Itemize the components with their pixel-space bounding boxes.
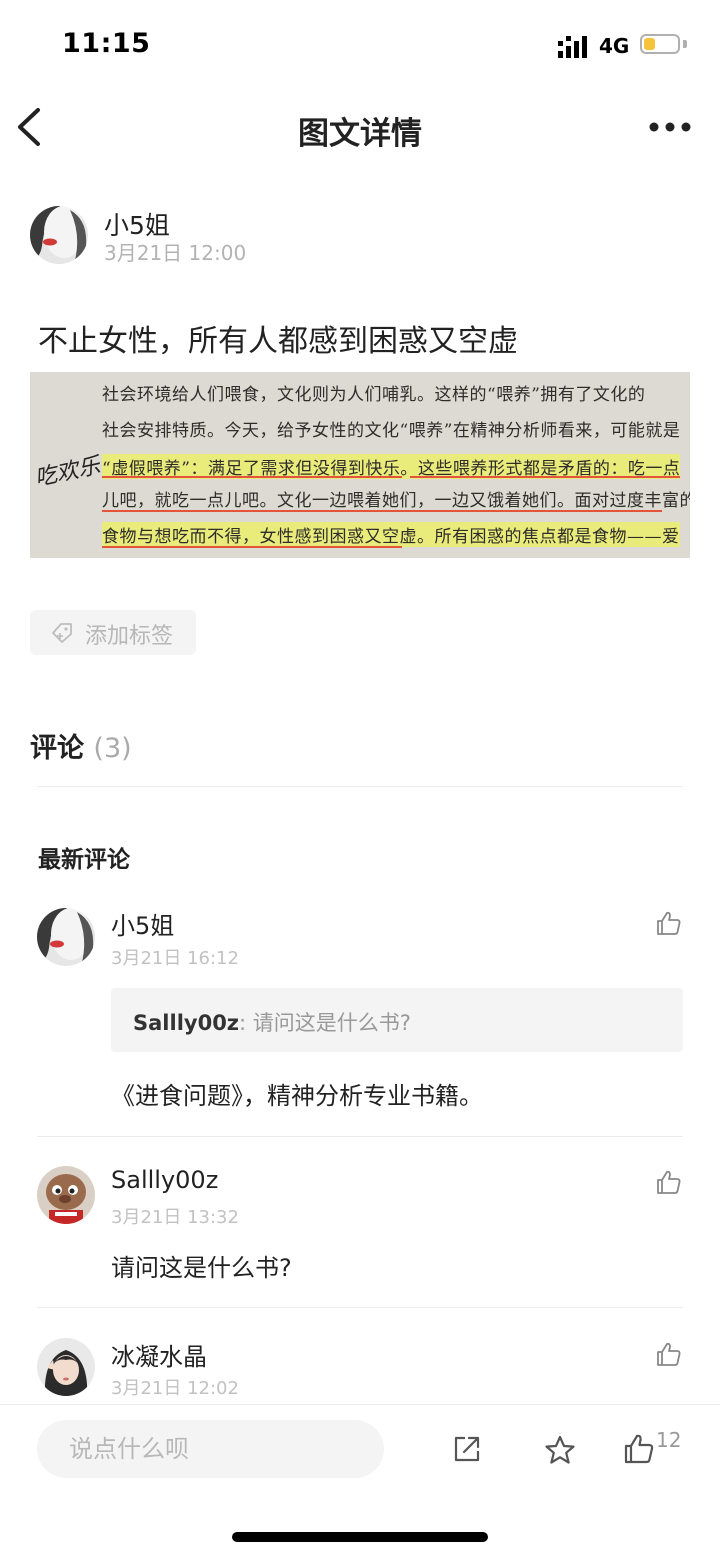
post-title: 不止女性，所有人都感到困惑又空虚: [38, 324, 518, 359]
commenter-name[interactable]: 小5姐: [111, 906, 174, 941]
network-type: 4G: [599, 34, 630, 58]
thumbs-up-icon[interactable]: [656, 1169, 682, 1195]
commenter-avatar[interactable]: [37, 1338, 95, 1396]
comments-title: 评论: [30, 733, 84, 764]
signal-icon: [558, 36, 587, 58]
comment-time: 3月21日 16:12: [111, 948, 239, 969]
divider: [37, 786, 683, 787]
pen-underline: [410, 476, 680, 478]
more-dots-icon[interactable]: [646, 114, 694, 140]
status-time: 11:15: [62, 28, 151, 59]
image-text-line: 儿吧，就吃一点儿吧。文化一边喂着她们，一边又饿着她们。面对过度丰富的: [102, 491, 690, 511]
tag-add-icon: [52, 623, 72, 643]
share-icon[interactable]: [452, 1434, 482, 1464]
quoted-user: Sallly00z: 请问这是什么书?: [133, 1011, 411, 1035]
battery-cap: [683, 40, 687, 48]
quoted-comment: Sallly00z: 请问这是什么书?: [111, 988, 683, 1052]
comment-input[interactable]: [37, 1420, 384, 1478]
author-avatar[interactable]: [30, 206, 88, 264]
image-text-line: 社会环境给人们喂食，文化则为人们哺乳。这样的“喂养”拥有了文化的: [102, 385, 646, 405]
post-time: 3月21日 12:00: [104, 241, 247, 265]
thumbs-up-icon[interactable]: [656, 910, 682, 936]
page-title: 图文详情: [298, 116, 422, 152]
post-image[interactable]: 吃欢乐 社会环境给人们喂食，文化则为人们哺乳。这样的“喂养”拥有了文化的 社会安…: [30, 372, 690, 558]
like-count: 12: [656, 1428, 682, 1452]
home-indicator[interactable]: [232, 1532, 488, 1542]
handwriting-note: 吃欢乐: [32, 453, 103, 492]
latest-comments-label: 最新评论: [38, 847, 130, 873]
pen-underline: [102, 510, 662, 512]
commenter-avatar[interactable]: [37, 1166, 95, 1224]
image-text-line: 社会安排特质。今天，给予女性的文化“喂养”在精神分析师看来，可能就是: [102, 421, 681, 441]
commenter-avatar[interactable]: [37, 908, 95, 966]
comment-text: 《进食问题》，精神分析专业书籍。: [111, 1082, 483, 1110]
comment-time: 3月21日 13:32: [111, 1207, 239, 1228]
pen-underline: [102, 546, 402, 548]
quoted-text: : 请问这是什么书?: [239, 1011, 411, 1035]
thumbs-up-icon[interactable]: [624, 1433, 654, 1465]
divider: [37, 1136, 683, 1137]
image-text-line: 食物与想吃而不得，女性感到困惑又空虚。所有困惑的焦点都是食物——爱: [102, 522, 680, 547]
add-tag-button[interactable]: 添加标签: [30, 610, 196, 655]
comment-text: 请问这是什么书?: [111, 1254, 292, 1282]
commenter-name[interactable]: 冰凝水晶: [111, 1337, 207, 1372]
comments-count: (3): [93, 733, 132, 764]
battery-icon: [640, 34, 680, 54]
divider: [37, 1307, 683, 1308]
comments-header: 评论 (3): [30, 726, 132, 765]
pen-underline: [102, 476, 402, 478]
comment-time: 3月21日 12:02: [111, 1378, 239, 1399]
add-tag-label: 添加标签: [85, 624, 174, 649]
star-icon[interactable]: [544, 1434, 576, 1466]
commenter-name[interactable]: Sallly00z: [111, 1166, 218, 1194]
battery-level: [644, 38, 655, 50]
thumbs-up-icon[interactable]: [656, 1341, 682, 1367]
